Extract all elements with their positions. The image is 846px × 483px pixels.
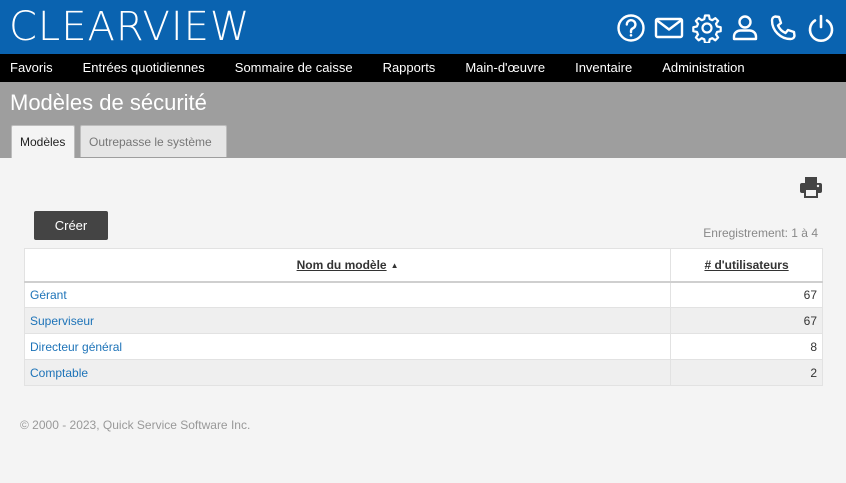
row-name-cell: Directeur général <box>23 333 672 360</box>
nav-main-d-oeuvre[interactable]: Main-d'œuvre <box>450 54 560 82</box>
top-header: CLEARVIEW <box>0 0 846 54</box>
template-link[interactable]: Directeur général <box>30 340 122 354</box>
nav-entrees-quotidiennes[interactable]: Entrées quotidiennes <box>68 54 220 82</box>
page-title: Modèles de sécurité <box>10 90 207 115</box>
help-icon[interactable] <box>616 12 646 44</box>
row-name-cell: Superviseur <box>23 307 672 334</box>
template-link[interactable]: Superviseur <box>30 314 94 328</box>
column-header-users[interactable]: # d'utilisateurs <box>670 248 823 283</box>
column-header-name[interactable]: Nom du modèle ▲ <box>23 248 672 283</box>
row-name-cell: Comptable <box>23 359 672 386</box>
row-users-cell: 67 <box>670 281 823 308</box>
tab-outrepasse-le-systeme[interactable]: Outrepasse le système <box>80 125 227 157</box>
row-name-cell: Gérant <box>23 281 672 308</box>
row-users-cell: 8 <box>670 333 823 360</box>
template-link[interactable]: Comptable <box>30 366 88 380</box>
column-header-name-label: Nom du modèle <box>296 257 387 272</box>
power-icon[interactable] <box>806 12 836 44</box>
nav-favoris[interactable]: Favoris <box>0 54 68 82</box>
page-header: Modèles de sécurité Modèles Outrepasse l… <box>0 82 846 158</box>
nav-sommaire-de-caisse[interactable]: Sommaire de caisse <box>220 54 368 82</box>
nav-rapports[interactable]: Rapports <box>368 54 451 82</box>
footer-copyright: © 2000 - 2023, Quick Service Software In… <box>20 418 251 432</box>
create-button[interactable]: Créer <box>34 211 108 240</box>
clearview-logo[interactable]: CLEARVIEW <box>9 4 250 50</box>
table-header-row: Nom du modèle ▲ # d'utilisateurs <box>23 248 823 283</box>
tab-modeles[interactable]: Modèles <box>11 125 75 158</box>
table-row: Superviseur 67 <box>23 307 823 334</box>
templates-table: Nom du modèle ▲ # d'utilisateurs Gérant 6… <box>23 248 823 386</box>
record-count: Enregistrement: 1 à 4 <box>703 226 818 240</box>
table-row: Directeur général 8 <box>23 333 823 360</box>
gear-icon[interactable] <box>692 12 722 44</box>
mail-icon[interactable] <box>654 12 684 44</box>
main-nav: Favoris Entrées quotidiennes Sommaire de… <box>0 54 846 82</box>
template-link[interactable]: Gérant <box>30 288 67 302</box>
phone-icon[interactable] <box>768 12 798 44</box>
row-users-cell: 2 <box>670 359 823 386</box>
nav-inventaire[interactable]: Inventaire <box>560 54 647 82</box>
sort-ascending-icon: ▲ <box>390 261 399 271</box>
nav-administration[interactable]: Administration <box>647 54 759 82</box>
table-row: Gérant 67 <box>23 281 823 308</box>
user-icon[interactable] <box>730 12 760 44</box>
print-icon[interactable] <box>799 176 823 198</box>
table-row: Comptable 2 <box>23 359 823 386</box>
header-icon-bar <box>616 12 836 44</box>
row-users-cell: 67 <box>670 307 823 334</box>
